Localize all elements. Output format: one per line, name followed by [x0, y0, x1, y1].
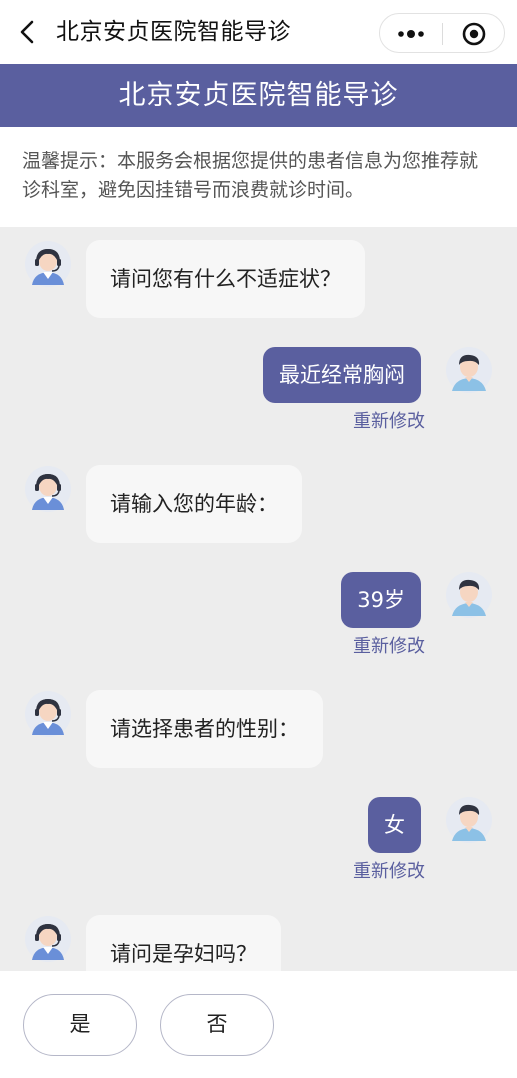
doctor-avatar-icon: [25, 241, 71, 287]
doctor-avatar-icon: [25, 466, 71, 512]
doctor-avatar-icon: [25, 916, 71, 962]
user-message: 39岁: [341, 572, 421, 628]
user-avatar-icon: [446, 347, 492, 393]
top-nav-bar: 北京安贞医院智能导诊: [0, 0, 517, 64]
user-avatar-icon: [446, 797, 492, 843]
capsule-menu: [379, 13, 505, 53]
chat-area[interactable]: 请问您有什么不适症状？ 最近经常胸闷 重新修改 请输入您的年龄： 39岁 重新修…: [0, 227, 517, 971]
doctor-avatar-icon: [25, 691, 71, 737]
bot-message: 请选择患者的性别：: [86, 690, 323, 768]
nav-title: 北京安贞医院智能导诊: [56, 19, 291, 45]
edit-answer-link[interactable]: 重新修改: [353, 407, 425, 433]
target-circle-icon[interactable]: [443, 14, 505, 54]
edit-answer-link[interactable]: 重新修改: [353, 632, 425, 658]
more-dots-icon[interactable]: [380, 14, 442, 54]
bot-message: 请问是孕妇吗？: [86, 915, 281, 971]
user-avatar-icon: [446, 572, 492, 618]
option-yes-button[interactable]: 是: [23, 994, 137, 1056]
option-no-button[interactable]: 否: [160, 994, 274, 1056]
page-header: 北京安贞医院智能导诊: [0, 64, 517, 127]
user-message: 最近经常胸闷: [263, 347, 421, 403]
user-message: 女: [368, 797, 421, 853]
answer-options-bar: 是 否: [0, 971, 517, 1078]
notice-text: 温馨提示：本服务会根据您提供的患者信息为您推荐就诊科室，避免因挂错号而浪费就诊时…: [0, 127, 517, 227]
chevron-left-icon[interactable]: [14, 18, 42, 46]
bot-message: 请问您有什么不适症状？: [86, 240, 365, 318]
bot-message: 请输入您的年龄：: [86, 465, 302, 543]
edit-answer-link[interactable]: 重新修改: [353, 857, 425, 883]
